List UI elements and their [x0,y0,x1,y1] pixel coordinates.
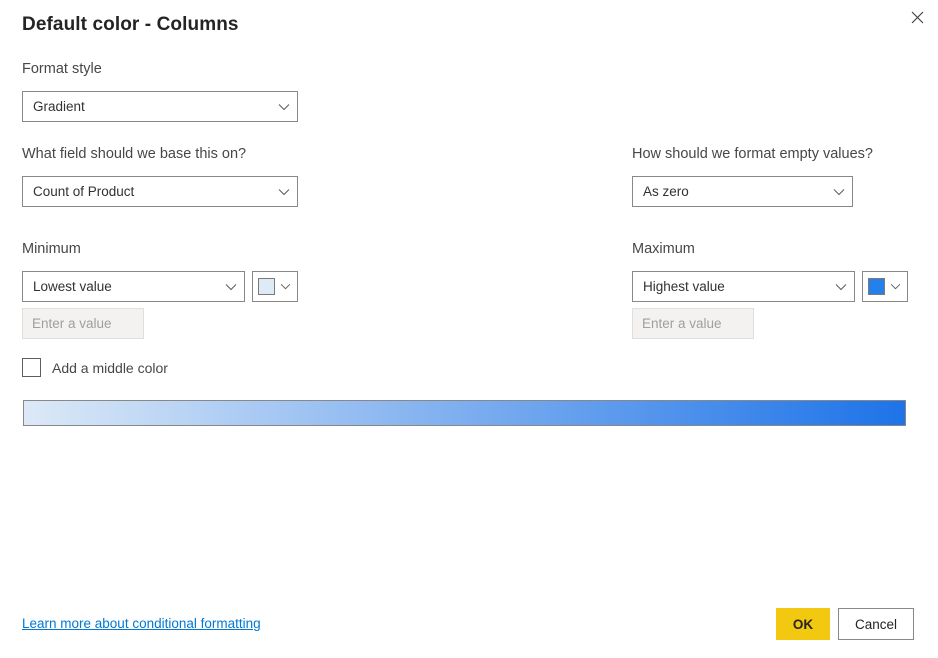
gradient-preview-bar [23,400,906,426]
ok-button[interactable]: OK [776,608,830,640]
minimum-label: Minimum [22,240,81,258]
maximum-color-picker[interactable] [862,271,908,302]
empty-values-label: How should we format empty values? [632,145,873,163]
chevron-down-icon [271,188,297,196]
minimum-color-picker[interactable] [252,271,298,302]
base-field-dropdown[interactable]: Count of Product [22,176,298,207]
empty-values-value: As zero [633,184,826,199]
empty-values-group: How should we format empty values? [632,145,873,163]
maximum-dropdown[interactable]: Highest value [632,271,855,302]
format-style-label: Format style [22,60,102,78]
maximum-value: Highest value [633,279,828,294]
minimum-value-input[interactable] [22,308,144,339]
learn-more-link[interactable]: Learn more about conditional formatting [22,616,261,631]
chevron-down-icon [885,283,905,290]
minimum-value: Lowest value [23,279,218,294]
color-swatch-icon [868,278,885,295]
close-icon [911,11,924,24]
add-middle-color-label: Add a middle color [52,360,168,376]
checkbox-box-icon [22,358,41,377]
cancel-button[interactable]: Cancel [838,608,914,640]
format-style-dropdown[interactable]: Gradient [22,91,298,122]
minimum-dropdown[interactable]: Lowest value [22,271,245,302]
close-dialog-button[interactable] [900,2,934,32]
page-title: Default color - Columns [22,14,239,36]
minimum-controls: Lowest value [22,271,298,302]
format-style-group: Format style [22,60,102,78]
empty-values-dropdown[interactable]: As zero [632,176,853,207]
chevron-down-icon [271,103,297,111]
chevron-down-icon [828,283,854,291]
chevron-down-icon [275,283,295,290]
maximum-label: Maximum [632,240,695,258]
chevron-down-icon [218,283,244,291]
base-field-value: Count of Product [23,184,271,199]
add-middle-color-checkbox[interactable]: Add a middle color [22,358,168,377]
chevron-down-icon [826,188,852,196]
maximum-value-input-wrap [632,308,754,339]
format-style-value: Gradient [23,99,271,114]
base-field-group: What field should we base this on? [22,145,246,163]
color-swatch-icon [258,278,275,295]
minimum-value-input-wrap [22,308,144,339]
maximum-controls: Highest value [632,271,908,302]
base-field-label: What field should we base this on? [22,145,246,163]
maximum-value-input[interactable] [632,308,754,339]
